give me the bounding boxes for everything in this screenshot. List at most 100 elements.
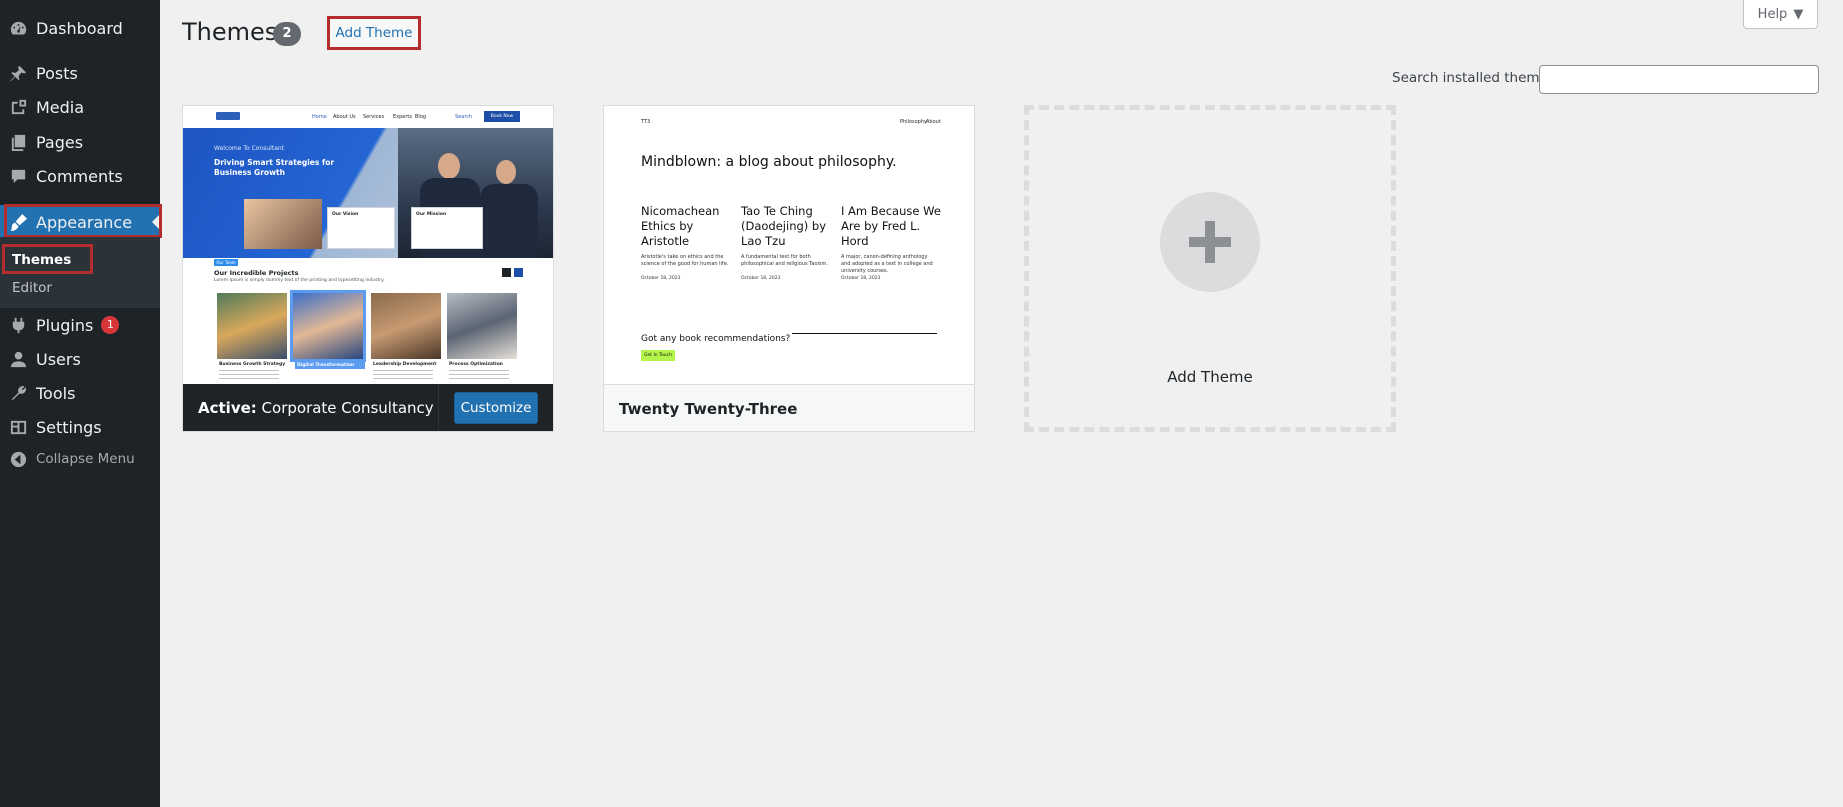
menu-pages[interactable]: Pages — [0, 125, 160, 159]
preview-post-date: October 18, 2023 — [641, 276, 681, 281]
menu-label: Users — [36, 349, 81, 369]
brush-icon — [0, 205, 36, 239]
plugin-icon — [0, 308, 36, 342]
preview-project-image — [290, 290, 366, 362]
preview-post-desc: Aristotle's take on ethics and the scien… — [641, 254, 729, 267]
menu-label: Comments — [36, 166, 123, 186]
preview-divider — [792, 333, 937, 334]
customize-button[interactable]: Customize — [454, 392, 538, 424]
preview-nav-item: Blog — [415, 114, 427, 120]
menu-appearance[interactable]: Appearance — [0, 205, 160, 239]
admin-sidebar: Dashboard Posts Media Pages Comments App… — [0, 0, 162, 807]
preview-book-button: Book Now — [484, 111, 520, 122]
preview-post-title: Nicomachean Ethics by Aristotle — [641, 204, 720, 248]
help-button[interactable]: Help ▼ — [1743, 0, 1818, 29]
preview-section-sub: Lorem Ipsum is simply dummy text of the … — [214, 278, 385, 283]
theme-name-text: Corporate Consultancy — [261, 399, 434, 417]
preview-welcome: Welcome To Consultant — [214, 145, 285, 152]
menu-label: Tools — [36, 383, 76, 403]
plus-icon — [1189, 221, 1231, 263]
theme-screenshot: TT3 Philosophy About Mindblown: a blog a… — [604, 106, 974, 384]
add-theme-button[interactable]: Add Theme — [327, 16, 421, 50]
preview-section-title: Our Incredible Projects — [214, 269, 299, 277]
comment-icon — [0, 159, 36, 193]
preview-pill: Our Team — [214, 259, 238, 266]
preview-heading: Mindblown: a blog about philosophy. — [641, 154, 897, 170]
preview-book-label: Book Now — [490, 114, 514, 119]
menu-media[interactable]: Media — [0, 90, 160, 124]
preview-search: Search — [455, 114, 473, 120]
submenu-themes[interactable]: Themes — [12, 252, 71, 268]
preview-project-image — [217, 293, 287, 359]
preview-nav-item: Experts — [393, 114, 412, 120]
preview-hero-title: Driving Smart Strategies for Business Gr… — [214, 158, 335, 177]
help-button-label: Help — [1757, 6, 1788, 22]
appearance-submenu: Themes Editor — [0, 237, 160, 308]
preview-nav-item: About Us — [333, 114, 356, 120]
search-themes-input[interactable] — [1539, 65, 1819, 94]
menu-label: Media — [36, 97, 85, 117]
menu-posts[interactable]: Posts — [0, 56, 160, 90]
wrench-icon — [0, 376, 36, 410]
preview-vision-card: Our Vision — [327, 207, 395, 249]
search-label: Search installed themes — [1392, 70, 1555, 86]
menu-users[interactable]: Users — [0, 342, 160, 376]
page-title: Themes — [182, 18, 278, 46]
preview-post-date: October 18, 2023 — [841, 276, 881, 281]
theme-screenshot: Home About Us Services Experts Blog Sear… — [183, 106, 553, 384]
plugins-update-badge: 1 — [101, 316, 120, 334]
settings-icon — [0, 410, 36, 444]
theme-name: Twenty Twenty-Three — [619, 399, 798, 418]
media-icon — [0, 90, 36, 124]
menu-settings[interactable]: Settings — [0, 410, 160, 444]
menu-plugins[interactable]: Plugins 1 — [0, 308, 160, 342]
preview-next-arrow — [514, 268, 523, 277]
preview-site-tag: TT3 — [641, 119, 651, 125]
caret-down-icon: ▼ — [1793, 6, 1804, 22]
theme-name: Active: Corporate Consultancy — [183, 399, 434, 417]
preview-post-desc: A fundamental text for both philosophica… — [741, 254, 828, 267]
preview-cta-question: Got any book recommendations? — [641, 334, 791, 344]
preview-project-caption: Process Optimization — [449, 362, 503, 367]
menu-label: Settings — [36, 417, 102, 437]
menu-label: Dashboard — [36, 18, 123, 38]
theme-count-badge: 2 — [273, 22, 301, 46]
pin-icon — [0, 56, 36, 90]
preview-project-image — [447, 293, 517, 359]
user-icon — [0, 342, 36, 376]
menu-label: Appearance — [36, 212, 133, 232]
menu-dashboard[interactable]: Dashboard — [0, 11, 160, 45]
preview-project-caption: Digital Transformation — [295, 362, 365, 369]
preview-post-desc: A major, canon-defining anthology and ad… — [841, 254, 933, 274]
preview-nav-item: Home — [312, 114, 327, 120]
preview-project-image — [371, 293, 441, 359]
submenu-editor[interactable]: Editor — [12, 280, 52, 296]
current-menu-arrow — [152, 214, 160, 230]
preview-project-caption: Business Growth Strategy — [219, 362, 286, 367]
customize-button-label: Customize — [460, 400, 532, 416]
menu-collapse[interactable]: Collapse Menu — [0, 442, 160, 476]
theme-card-corporate-consultancy[interactable]: Home About Us Services Experts Blog Sear… — [182, 105, 554, 432]
theme-footer: Active: Corporate Consultancy Customize — [183, 384, 553, 431]
theme-card-twenty-twenty-three[interactable]: TT3 Philosophy About Mindblown: a blog a… — [603, 105, 975, 432]
collapse-icon — [0, 442, 36, 476]
menu-tools[interactable]: Tools — [0, 376, 160, 410]
menu-label: Collapse Menu — [36, 451, 135, 467]
menu-label: Plugins — [36, 315, 94, 335]
preview-nav-item: About — [926, 119, 941, 125]
preview-nav-item: Philosophy — [900, 119, 927, 125]
pages-icon — [0, 125, 36, 159]
menu-label: Posts — [36, 63, 78, 83]
add-theme-circle — [1160, 192, 1260, 292]
preview-logo — [216, 112, 240, 120]
preview-mission-card: Our Mission — [411, 207, 483, 249]
add-theme-button-label: Add Theme — [335, 25, 413, 41]
preview-post-title: Tao Te Ching (Daodejing) by Lao Tzu — [741, 204, 827, 248]
dashboard-icon — [0, 11, 36, 45]
preview-project-caption: Leadership Development — [373, 362, 437, 367]
theme-footer: Twenty Twenty-Three — [604, 384, 974, 431]
preview-nav-item: Services — [363, 114, 385, 120]
add-new-theme-card[interactable]: Add Theme — [1024, 105, 1396, 432]
menu-comments[interactable]: Comments — [0, 159, 160, 193]
preview-prev-arrow — [502, 268, 511, 277]
